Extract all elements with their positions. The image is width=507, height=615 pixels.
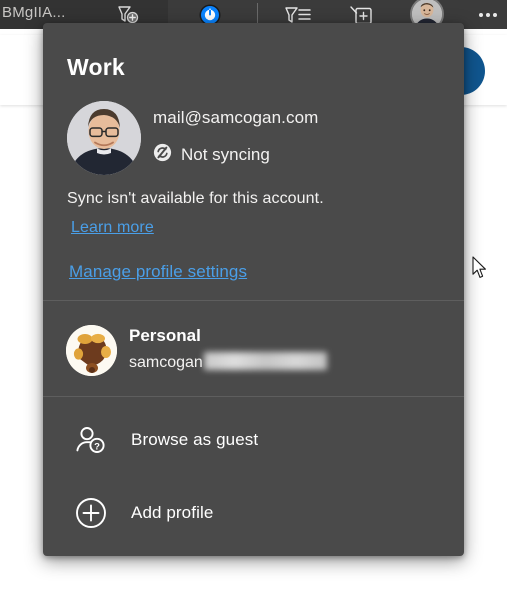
personal-account-prefix: samcogan [129, 354, 203, 371]
menu-label-add-profile: Add profile [131, 503, 214, 522]
sync-unavailable-message: Sync isn't available for this account. [67, 190, 324, 207]
ellipsis-dots [479, 12, 497, 17]
guest-user-icon: ? [71, 420, 111, 460]
personal-profile-photo [66, 325, 117, 376]
menu-item-add-profile[interactable]: Add profile [43, 483, 464, 543]
flyout-title: Work [67, 54, 125, 80]
learn-more-link[interactable]: Learn more [71, 219, 154, 237]
profile-item-personal[interactable]: Personal samcogan [43, 313, 464, 387]
sync-status-label: Not syncing [181, 145, 270, 164]
personal-profile-account: samcogan [129, 352, 327, 372]
manage-profile-settings-link[interactable]: Manage profile settings [69, 262, 247, 282]
work-profile-photo[interactable] [67, 101, 141, 175]
menu-label-browse-as-guest: Browse as guest [131, 430, 259, 449]
redacted-account-text [203, 352, 327, 370]
personal-profile-name: Personal [129, 326, 201, 345]
browser-window: BMgIIA... Work mail@samcogan.com Not syn… [0, 0, 507, 615]
more-options-icon[interactable] [472, 0, 504, 29]
tab-collection-icon[interactable] [113, 3, 141, 25]
divider-top [43, 300, 464, 301]
menu-item-browse-as-guest[interactable]: ? Browse as guest [43, 410, 464, 470]
sync-status-row: Not syncing [153, 143, 270, 167]
svg-text:?: ? [94, 441, 100, 452]
profile-flyout-panel: Work mail@samcogan.com Not syncing Sync … [43, 23, 464, 556]
sync-disabled-icon [153, 143, 172, 167]
plus-circle-icon [71, 493, 111, 533]
tab-title: BMgIIA... [2, 4, 66, 21]
divider-bottom [43, 396, 464, 397]
toolbar-separator [257, 3, 258, 25]
account-email: mail@samcogan.com [153, 108, 319, 127]
